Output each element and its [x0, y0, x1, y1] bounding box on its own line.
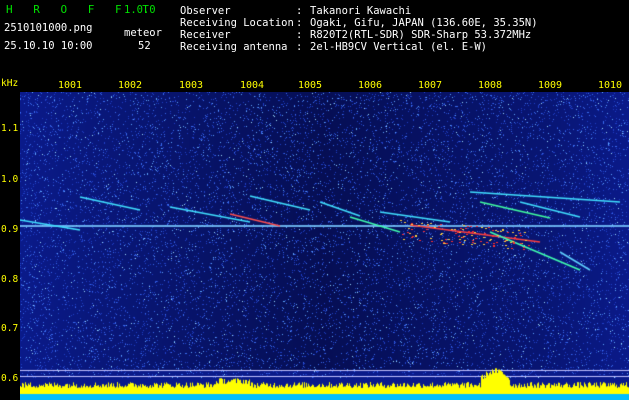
info-label-receiver: Receiver — [180, 29, 231, 41]
app-version: 1.0.0 — [124, 4, 156, 16]
info-value-antenna: 2el-HB9CV Vertical (el. E-W) — [310, 41, 488, 53]
info-label-antenna: Receiving antenna — [180, 41, 288, 53]
info-value-observer: Takanori Kawachi — [310, 5, 412, 17]
info-value-receiver: R820T2(RTL-SDR) SDR-Sharp 53.372MHz — [310, 29, 532, 41]
y-tick: 0.9 — [1, 224, 19, 235]
y-unit-label: kHz — [1, 78, 19, 89]
x-tick: 1006 — [358, 80, 383, 91]
x-tick: 1002 — [118, 80, 143, 91]
info-value-location: Ogaki, Gifu, JAPAN (136.60E, 35.35N) — [310, 17, 538, 29]
info-label-location: Receiving Location — [180, 17, 294, 29]
file-name: 2510101000.png — [4, 22, 93, 34]
header-panel: H R O F F T 1.0.0 2510101000.png meteor … — [0, 0, 629, 78]
meteor-count: 52 — [138, 40, 151, 52]
meteor-label: meteor — [124, 27, 162, 39]
info-sep-observer: : — [296, 5, 303, 17]
info-sep-antenna: : — [296, 41, 303, 53]
info-sep-receiver: : — [296, 29, 303, 41]
x-tick: 1007 — [418, 80, 443, 91]
y-tick: 0.6 — [1, 373, 19, 384]
info-label-observer: Observer — [180, 5, 231, 17]
y-tick: 1.1 — [1, 123, 19, 134]
y-tick: 0.8 — [1, 274, 19, 285]
y-tick: 1.0 — [1, 174, 19, 185]
spectrogram-canvas — [20, 92, 629, 400]
x-tick: 1001 — [58, 80, 83, 91]
x-tick: 1005 — [298, 80, 323, 91]
x-tick: 1009 — [538, 80, 563, 91]
x-tick: 1003 — [179, 80, 204, 91]
x-tick: 1004 — [240, 80, 265, 91]
info-sep-location: : — [296, 17, 303, 29]
file-datetime: 25.10.10 10:00 — [4, 40, 93, 52]
x-tick: 1010 — [598, 80, 623, 91]
y-tick: 0.7 — [1, 323, 19, 334]
x-tick: 1008 — [478, 80, 503, 91]
